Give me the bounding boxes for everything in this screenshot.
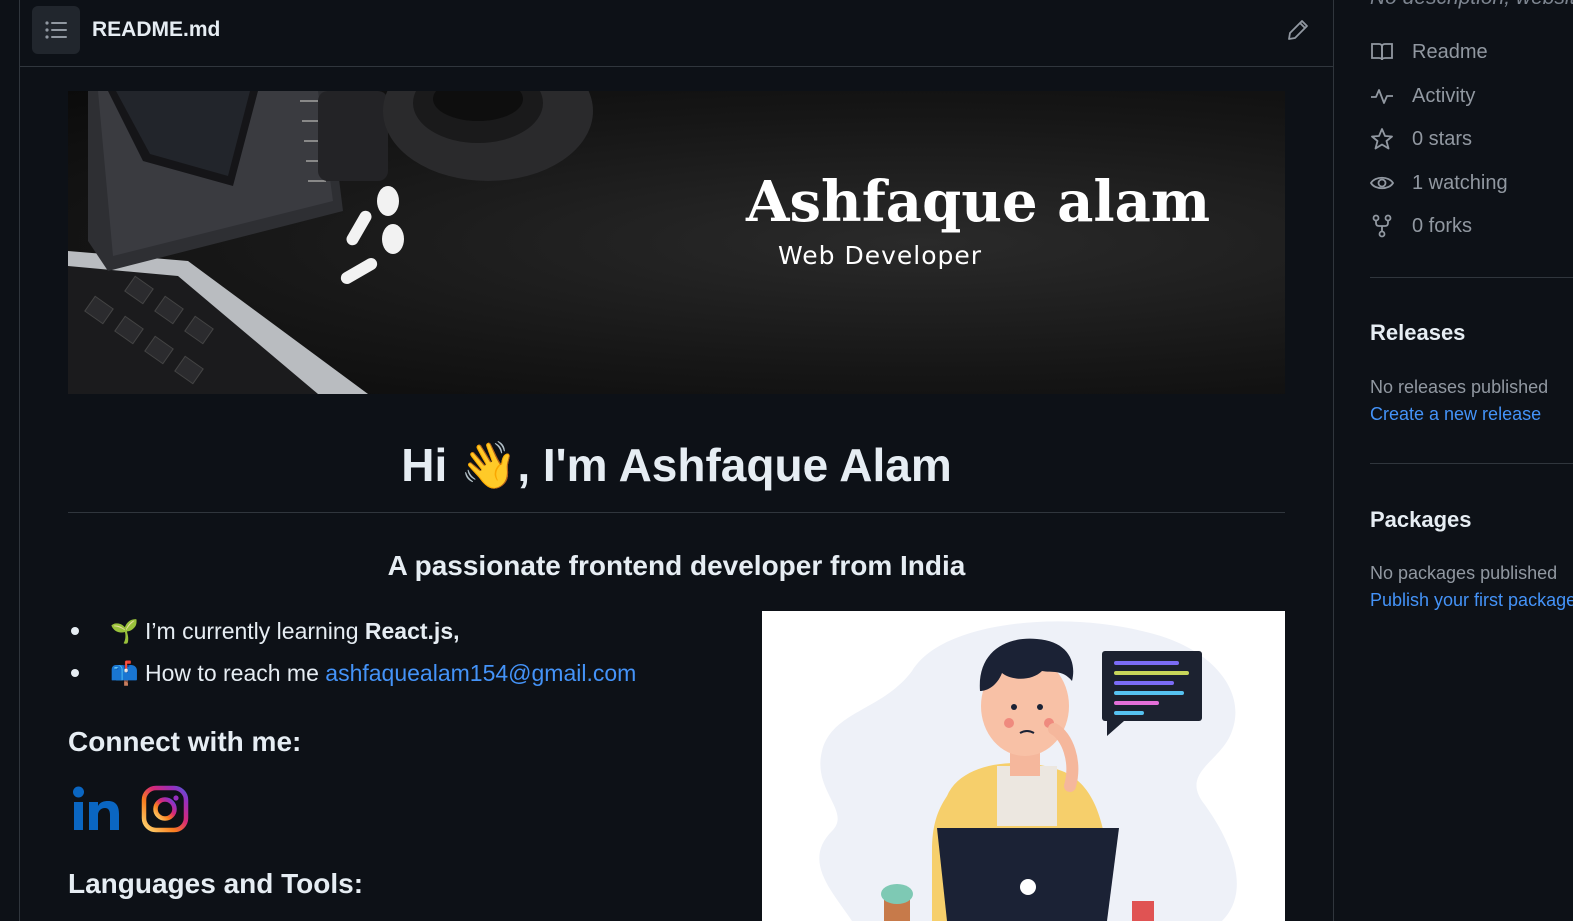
sidebar-forks-link[interactable]: 0 forks [1370, 211, 1472, 241]
eye-icon [1370, 176, 1394, 190]
repo-description: No description, website [1370, 0, 1573, 10]
meta-label-activity: Activity [1412, 84, 1476, 107]
languages-heading: Languages and Tools: [68, 868, 364, 899]
star-icon [1371, 128, 1393, 150]
instagram-icon[interactable] [140, 784, 190, 834]
edit-file-button[interactable] [1282, 14, 1314, 46]
mailbox-icon: 📫 [110, 660, 139, 686]
sidebar-activity-link[interactable]: Activity [1370, 81, 1475, 111]
create-release-link[interactable]: Create a new release [1370, 404, 1541, 425]
releases-heading[interactable]: Releases [1370, 320, 1465, 346]
linkedin-icon[interactable] [72, 784, 122, 834]
readme-panel: README.md Ashfaque alam Web Developer Hi… [20, 0, 1333, 921]
sidebar-readme-link[interactable]: Readme [1370, 37, 1488, 67]
repo-sidebar: No description, website Readme Activity … [1334, 0, 1573, 921]
learning-topic: React.js, [364, 618, 460, 644]
meta-label-readme: Readme [1412, 40, 1488, 63]
releases-status: No releases published [1370, 377, 1549, 397]
sidebar-watching-link[interactable]: 1 watching [1370, 168, 1508, 198]
file-header: README.md [20, 0, 1333, 67]
banner-role: Web Developer [778, 241, 983, 270]
heading-divider [68, 512, 1285, 513]
packages-status: No packages published [1370, 563, 1558, 583]
readme-greeting-heading: Hi 👋, I'm Ashfaque Alam [401, 439, 952, 491]
packages-heading[interactable]: Packages [1370, 507, 1472, 533]
sidebar-separator [1370, 277, 1573, 278]
intro-list: 🌱 I’m currently learning React.js, 📫 How… [68, 612, 748, 696]
connect-heading: Connect with me: [68, 726, 302, 757]
desk-items-illustration [68, 91, 593, 394]
list-item: 📫 How to reach me ashfaquealam154@gmail.… [68, 654, 748, 696]
developer-illustration [762, 611, 1285, 921]
fork-icon [1372, 214, 1392, 238]
file-name: README.md [92, 18, 221, 41]
readme-subtitle: A passionate frontend developer from Ind… [387, 550, 966, 581]
sidebar-separator [1370, 463, 1573, 464]
meta-label-stars: 0 stars [1412, 127, 1473, 150]
pencil-icon [1288, 20, 1308, 40]
publish-package-link[interactable]: Publish your first package [1370, 590, 1573, 611]
profile-banner: Ashfaque alam Web Developer [68, 91, 1285, 394]
list-item: 🌱 I’m currently learning React.js, [68, 612, 748, 654]
banner-name: Ashfaque alam [746, 169, 1211, 235]
social-links [72, 784, 190, 834]
reach-text: How to reach me [145, 660, 326, 686]
pulse-icon [1371, 89, 1393, 104]
email-link[interactable]: ashfaquealam154@gmail.com [325, 660, 636, 686]
outline-toggle-button[interactable] [32, 6, 80, 54]
list-icon [45, 21, 67, 39]
book-icon [1371, 43, 1393, 61]
meta-label-forks: 0 forks [1412, 214, 1473, 237]
seedling-icon: 🌱 [110, 618, 139, 644]
developer-illustration-art [819, 621, 1237, 921]
sidebar-stars-link[interactable]: 0 stars [1370, 124, 1472, 154]
meta-label-watching: 1 watching [1412, 171, 1508, 194]
learning-text: I’m currently learning [145, 618, 365, 644]
